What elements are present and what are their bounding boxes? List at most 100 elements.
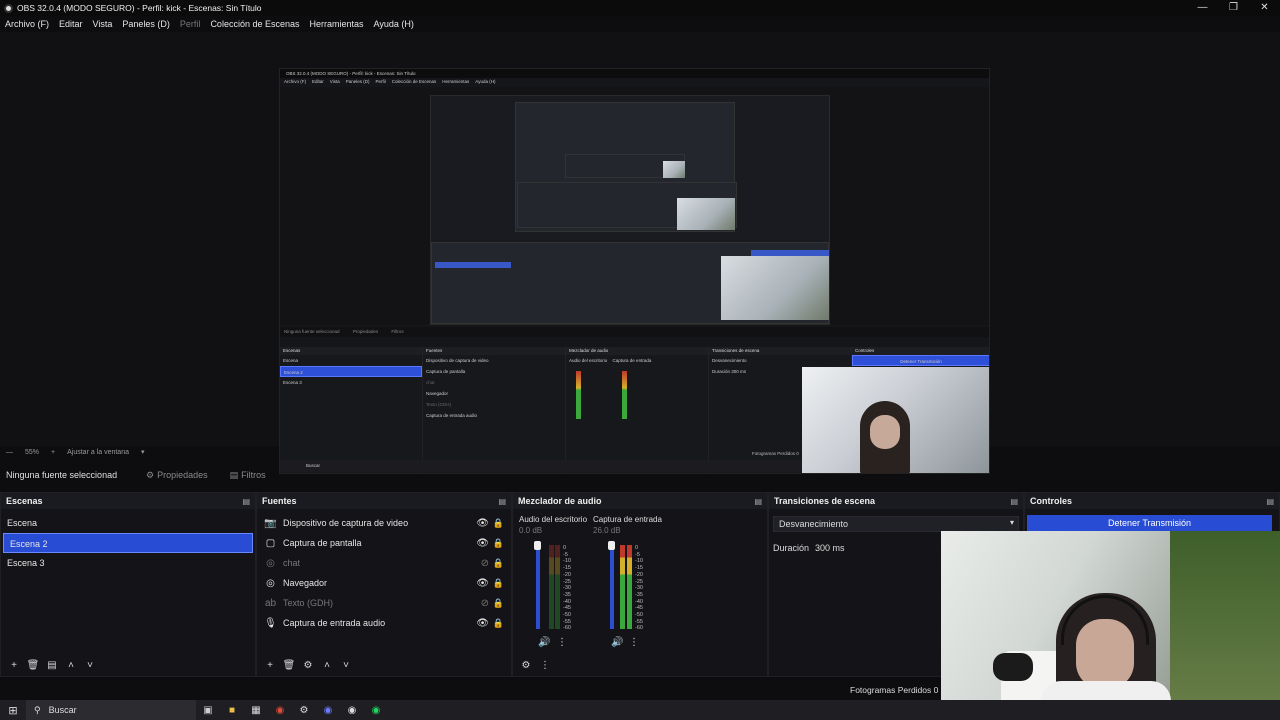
- lock-icon[interactable]: 🔒: [493, 538, 504, 549]
- scale-tick: -10: [563, 558, 571, 565]
- eye-icon[interactable]: 👁: [476, 578, 489, 589]
- lock-icon[interactable]: 🔒: [493, 618, 504, 629]
- mixer-channel-desktop: Audio del escritorio 0.0 dB 0 -5 -10 -15…: [519, 515, 589, 665]
- kebab-menu-icon[interactable]: ⋮: [537, 660, 553, 671]
- meter-scale: 0 -5 -10 -15 -20 -25 -30 -35 -40 -45 -50…: [563, 545, 571, 632]
- trash-icon[interactable]: 🗑: [281, 660, 297, 671]
- source-list: 📷 Dispositivo de captura de video 👁 🔒 ▢ …: [257, 509, 511, 633]
- scale-tick: -40: [563, 598, 571, 605]
- undock-icon[interactable]: ▤: [498, 497, 506, 506]
- menu-editar[interactable]: Editar: [54, 19, 88, 29]
- stop-streaming-button[interactable]: Detener Transmisión: [1027, 515, 1272, 531]
- undock-icon[interactable]: ▤: [242, 497, 250, 506]
- obs-taskbar-icon[interactable]: ◉: [340, 705, 364, 716]
- menu-vista[interactable]: Vista: [88, 19, 118, 29]
- close-icon[interactable]: ✕: [1249, 0, 1280, 16]
- fader-handle[interactable]: [534, 541, 541, 550]
- lock-icon[interactable]: 🔒: [493, 558, 504, 569]
- source-item[interactable]: 📷 Dispositivo de captura de video 👁 🔒: [257, 513, 511, 533]
- meter-scale: 0 -5 -10 -15 -20 -25 -30 -35 -40 -45 -50…: [635, 545, 643, 632]
- taskbar-search[interactable]: ⚲ Buscar: [26, 700, 196, 720]
- discord-icon[interactable]: ◉: [316, 705, 340, 716]
- volume-fader[interactable]: [610, 545, 614, 629]
- menu-archivo[interactable]: Archivo (F): [0, 19, 54, 29]
- sources-toolbar: + 🗑 ⚙ ˄ ˅: [257, 654, 511, 676]
- nested-meter: [622, 371, 627, 419]
- add-icon[interactable]: +: [6, 660, 22, 671]
- settings-icon[interactable]: ⚙: [292, 705, 316, 716]
- scene-item-selected[interactable]: Escena 2: [3, 533, 253, 553]
- eye-hidden-icon[interactable]: ⊘: [481, 598, 489, 609]
- nested-inner-window: [430, 95, 830, 325]
- move-up-icon[interactable]: ˄: [63, 660, 79, 671]
- zoom-out-icon[interactable]: —: [0, 449, 19, 456]
- speaker-icon[interactable]: 🔊: [538, 637, 550, 648]
- scale-tick: -30: [563, 585, 571, 592]
- kebab-menu-icon[interactable]: ⋮: [557, 637, 567, 648]
- menu-herramientas[interactable]: Herramientas: [305, 19, 369, 29]
- move-down-icon[interactable]: ˅: [82, 660, 98, 671]
- kebab-menu-icon[interactable]: ⋮: [629, 637, 639, 648]
- source-item[interactable]: ▢ Captura de pantalla 👁 🔒: [257, 533, 511, 553]
- filter-icon[interactable]: ▤: [44, 660, 60, 671]
- scale-tick: -5: [563, 551, 568, 558]
- fader-handle[interactable]: [608, 541, 615, 550]
- undock-icon[interactable]: ▤: [1010, 497, 1018, 506]
- move-up-icon[interactable]: ˄: [319, 660, 335, 671]
- volume-fader[interactable]: [536, 545, 540, 629]
- duration-input[interactable]: 300 ms: [815, 543, 845, 553]
- gear-icon[interactable]: ⚙: [518, 660, 534, 671]
- zoom-value: 55%: [25, 448, 40, 456]
- scene-item[interactable]: Escena 3: [1, 553, 255, 573]
- chevron-down-icon[interactable]: ▾: [135, 448, 151, 456]
- lock-icon[interactable]: 🔒: [493, 598, 504, 609]
- preview-area[interactable]: OBS 32.0.4 (MODO SEGURO) - Perfil: kick …: [0, 32, 1280, 474]
- chrome-icon[interactable]: ◉: [268, 705, 292, 716]
- trash-icon[interactable]: 🗑: [25, 660, 41, 671]
- file-explorer-icon[interactable]: ■: [220, 705, 244, 716]
- chevron-down-icon: ▾: [1009, 518, 1014, 527]
- source-label: Captura de entrada audio: [283, 618, 386, 628]
- source-item[interactable]: ◎ Navegador 👁 🔒: [257, 573, 511, 593]
- eye-icon[interactable]: 👁: [476, 618, 489, 629]
- menu-coleccion-escenas[interactable]: Colección de Escenas: [205, 19, 304, 29]
- zoom-in-icon[interactable]: +: [45, 449, 61, 456]
- add-icon[interactable]: +: [262, 660, 278, 671]
- menu-ayuda[interactable]: Ayuda (H): [369, 19, 419, 29]
- lock-icon[interactable]: 🔒: [493, 578, 504, 589]
- transition-select[interactable]: Desvanecimiento ▾: [773, 516, 1019, 532]
- lock-icon[interactable]: 🔒: [493, 518, 504, 529]
- scale-tick: -45: [563, 605, 571, 612]
- nested-dock-title: Mezclador de audio: [566, 347, 708, 355]
- menu-perfil[interactable]: Perfil: [175, 19, 206, 29]
- eye-icon[interactable]: 👁: [476, 538, 489, 549]
- eye-icon[interactable]: 👁: [476, 518, 489, 529]
- nested-no-selection: Ninguna fuente seleccionad: [284, 329, 340, 334]
- properties-button[interactable]: ⚙ Propiedades: [146, 470, 208, 481]
- zoom-fit-select[interactable]: Ajustar a la ventana: [61, 449, 135, 456]
- program-canvas[interactable]: OBS 32.0.4 (MODO SEGURO) - Perfil: kick …: [279, 68, 990, 474]
- spotify-icon[interactable]: ◉: [364, 705, 388, 716]
- undock-icon[interactable]: ▤: [754, 497, 762, 506]
- task-view-icon[interactable]: ▣: [196, 705, 220, 716]
- undock-icon[interactable]: ▤: [1266, 497, 1274, 506]
- minimize-icon[interactable]: —: [1187, 0, 1218, 16]
- menu-paneles[interactable]: Paneles (D): [117, 19, 175, 29]
- windows-start-icon[interactable]: ⊞: [0, 704, 26, 717]
- nested-source-item: Navegador: [426, 391, 449, 396]
- nested-menu-item: Perfil: [375, 79, 386, 84]
- filters-button[interactable]: ▤ Filtros: [230, 470, 266, 481]
- source-item[interactable]: 🎙 Captura de entrada audio 👁 🔒: [257, 613, 511, 633]
- move-down-icon[interactable]: ˅: [338, 660, 354, 671]
- source-item-hidden[interactable]: ab Texto (GDH) ⊘ 🔒: [257, 593, 511, 613]
- mixer-toolbar: ⚙ ⋮: [513, 654, 767, 676]
- source-item-hidden[interactable]: ◎ chat ⊘ 🔒: [257, 553, 511, 573]
- scene-item[interactable]: Escena: [1, 513, 255, 533]
- eye-hidden-icon[interactable]: ⊘: [481, 558, 489, 569]
- nested-dock-title: Transiciones de escena: [709, 347, 851, 355]
- store-icon[interactable]: ▦: [244, 705, 268, 716]
- speaker-icon[interactable]: 🔊: [611, 637, 623, 648]
- restore-icon[interactable]: ❐: [1218, 0, 1249, 16]
- gear-icon[interactable]: ⚙: [300, 660, 316, 671]
- transition-value: Desvanecimiento: [779, 519, 849, 529]
